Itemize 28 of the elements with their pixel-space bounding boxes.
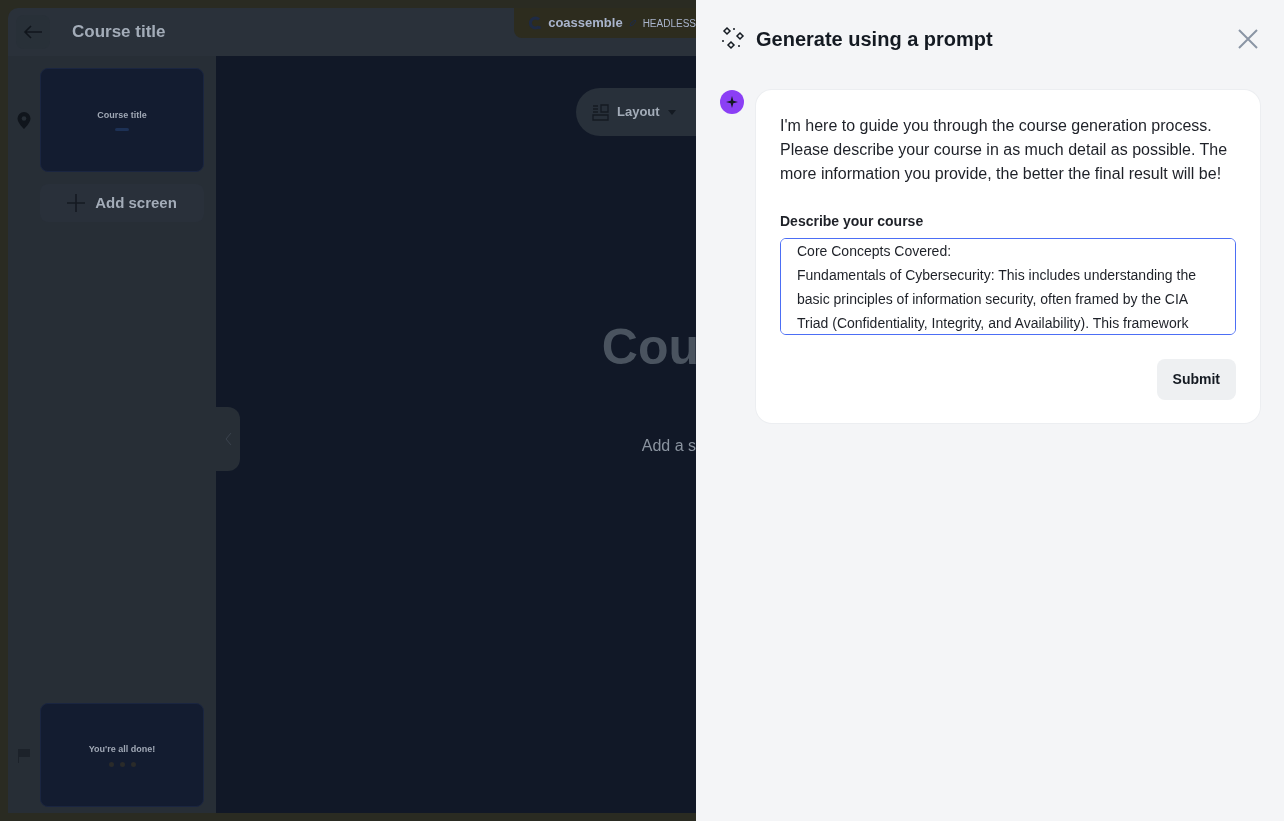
drawer-title: Generate using a prompt (756, 27, 993, 51)
logo-icon (528, 16, 543, 30)
close-icon (1238, 29, 1258, 49)
brand-tag: HEADLESS (642, 15, 696, 31)
thumbnail-title: Course title (97, 109, 147, 123)
description-field[interactable]: Core Concepts Covered: Fundamentals of Cybersecurity: This includes understanding the basic principles of information security, often framed by the CIA Triad (Confidentiality, Integrity, and Availability). This framework (780, 238, 1236, 335)
canvas-subtitle: Add a s (641, 436, 696, 456)
collapse-tab[interactable] (216, 407, 240, 471)
screen-thumbnail[interactable]: Course title (40, 68, 204, 172)
pin-icon (17, 111, 31, 129)
thumbnail-title: You're all done! (88, 743, 156, 757)
star-icon (726, 96, 738, 108)
canvas-heading: Cou (601, 322, 696, 372)
course-title: Course title (72, 21, 166, 44)
add-screen-button[interactable]: Add screen (40, 184, 204, 222)
close-button[interactable] (1236, 27, 1260, 51)
screen-thumbnail[interactable]: You're all done! (40, 703, 204, 807)
layout-button[interactable]: Layout (576, 88, 696, 136)
thumbnail-button (115, 127, 129, 131)
back-arrow-icon (23, 24, 43, 40)
brand-name: coassemble (548, 14, 623, 33)
sparkles-icon (720, 26, 746, 52)
caret-icon (667, 109, 676, 115)
pencil-icon (628, 19, 637, 27)
submit-button[interactable]: Submit (1156, 359, 1236, 400)
assistant-message: I'm here to guide you through the course generation process. Please describe your course in as much detail as possible. The more information you provide, the better the final result will be! (780, 116, 1229, 184)
plus-icon (67, 194, 86, 212)
field-label: Describe your course (780, 212, 925, 231)
